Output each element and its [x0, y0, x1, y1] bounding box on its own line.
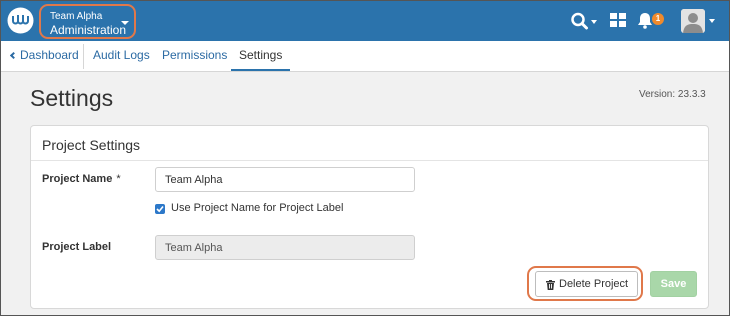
notification-count-badge[interactable]: 1	[652, 13, 664, 25]
tab-settings[interactable]: Settings	[231, 41, 291, 71]
checkmark-icon	[156, 205, 164, 213]
project-name-label-text: Project Name	[42, 173, 113, 185]
project-name-field-label: Project Name *	[42, 173, 121, 185]
search-icon[interactable]	[570, 12, 590, 30]
tab-audit-logs[interactable]: Audit Logs	[93, 41, 150, 71]
search-dropdown-caret-icon[interactable]	[591, 20, 597, 24]
user-menu-caret-icon[interactable]	[709, 19, 715, 23]
delete-project-label: Delete Project	[559, 278, 629, 290]
use-name-for-label-checkbox[interactable]	[155, 204, 165, 214]
tab-permissions[interactable]: Permissions	[162, 41, 227, 71]
admin-subnav: Dashboard Audit Logs Permissions Setting…	[1, 41, 729, 72]
chevron-left-icon	[9, 51, 18, 60]
top-navbar: Team Alpha Administration 1	[1, 1, 729, 41]
required-marker: *	[116, 173, 121, 185]
bell-icon[interactable]	[637, 12, 653, 29]
user-avatar[interactable]	[681, 9, 705, 33]
logo-icon[interactable]	[7, 7, 34, 34]
user-silhouette-icon	[681, 9, 705, 33]
project-label-input	[155, 235, 415, 260]
panel-title: Project Settings	[42, 137, 141, 153]
panel-divider	[31, 160, 708, 161]
page-title: Settings	[30, 85, 114, 111]
project-menu[interactable]: Team Alpha Administration	[39, 4, 136, 39]
trash-icon	[546, 280, 555, 290]
section-label: Administration	[50, 23, 127, 37]
use-name-for-label-text[interactable]: Use Project Name for Project Label	[171, 202, 343, 214]
tab-divider	[83, 44, 84, 69]
chevron-down-icon	[121, 21, 129, 25]
project-name-input[interactable]	[155, 167, 415, 192]
tab-dashboard-label: Dashboard	[20, 48, 79, 62]
tab-dashboard[interactable]: Dashboard	[9, 41, 79, 71]
save-button[interactable]: Save	[650, 271, 697, 297]
delete-project-button[interactable]: Delete Project	[535, 271, 638, 297]
project-name-label: Team Alpha	[50, 11, 103, 22]
version-label: Version: 23.3.3	[639, 89, 706, 100]
apps-grid-icon[interactable]	[610, 13, 626, 27]
project-label-field-label: Project Label	[42, 241, 112, 253]
